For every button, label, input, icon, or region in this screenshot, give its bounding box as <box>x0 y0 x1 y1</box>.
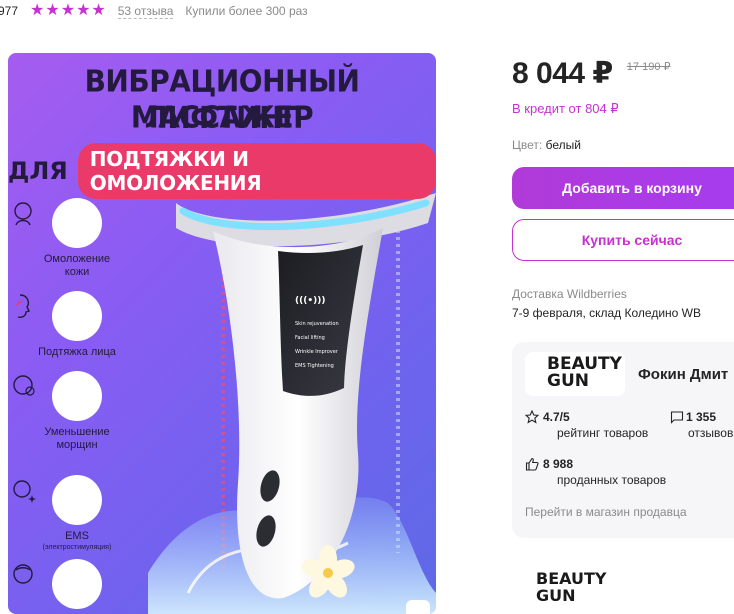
face-profile-icon <box>15 291 102 341</box>
delivery-value: 7-9 февраля, склад Коледино WB <box>512 306 701 320</box>
star-icon: ★ <box>60 2 76 19</box>
star-icon: ★ <box>30 2 45 19</box>
rating-stars: ★ ★ ★ ★ ★ <box>30 3 106 19</box>
article-number: 977 <box>0 4 19 18</box>
benefit-label: Уменьшение морщин <box>44 426 110 451</box>
color-value: белый <box>545 138 581 152</box>
star-icon: ★ <box>76 2 91 19</box>
seller-rating: 4.7/5 рейтинг товаров <box>525 410 648 440</box>
face-wrinkle-icon <box>13 371 102 421</box>
face-mask-icon <box>13 559 102 609</box>
face-sparkle-icon <box>13 475 102 525</box>
favorite-icon[interactable] <box>406 600 430 614</box>
benefit-ems: EMS (электростимуляция) <box>8 475 146 552</box>
benefit-label: Подтяжка лица <box>38 346 116 358</box>
current-price: 8 044 ₽ <box>512 57 613 90</box>
thumbs-up-icon <box>525 457 539 471</box>
price-row: 8 044 ₽ 17 190 ₽ <box>512 56 671 91</box>
benefit-wrinkle-reduction: Уменьшение морщин <box>8 371 146 452</box>
credit-offer-link[interactable]: В кредит от 804 ₽ <box>512 101 619 117</box>
color-option: Цвет: белый <box>512 138 581 152</box>
bought-count: Купили более 300 раз <box>185 4 308 18</box>
seller-sold: 8 988 проданных товаров <box>525 457 666 487</box>
chat-icon <box>670 411 684 424</box>
brand-logo[interactable]: BEAUTY GUN <box>536 570 607 604</box>
benefit-label: EMS <box>65 530 89 542</box>
star-outline-icon <box>525 410 539 424</box>
product-meta-row: 977 ★ ★ ★ ★ ★ 53 отзыва Купили более 300… <box>0 0 734 22</box>
svg-text:Wrinkle Improver: Wrinkle Improver <box>295 349 339 355</box>
delivery-label: Доставка Wildberries <box>512 287 627 301</box>
add-to-cart-button[interactable]: Добавить в корзину <box>512 167 734 209</box>
reviews-link[interactable]: 53 отзыва <box>117 4 174 19</box>
face-icon <box>14 198 102 248</box>
svg-text:EMS Tightening: EMS Tightening <box>295 363 334 369</box>
star-icon: ★ <box>45 2 60 19</box>
image-headline-prefix: ДЛЯ <box>8 157 68 185</box>
image-headline-line2: МАССАЖЕР <box>130 99 314 136</box>
product-image[interactable]: (((•))) Skin rejuvenation Facial lifting… <box>8 53 436 614</box>
svg-text:(((•))): (((•))) <box>295 296 325 306</box>
buy-now-button[interactable]: Купить сейчас <box>512 219 734 261</box>
benefit-label: Омоложение кожи <box>43 253 111 278</box>
svg-text:Skin rejuvenation: Skin rejuvenation <box>295 321 339 327</box>
benefit-rejuvenation: Омоложение кожи <box>8 198 146 279</box>
benefit-face-lift: Подтяжка лица <box>8 291 146 359</box>
old-price: 17 190 ₽ <box>626 61 671 73</box>
image-headline-pill: ПОДТЯЖКИ И ОМОЛОЖЕНИЯ <box>77 143 436 199</box>
star-icon: ★ <box>91 2 106 19</box>
seller-reviews: 1 355 отзывов <box>670 410 733 440</box>
image-headline-line3: ДЛЯ ПОДТЯЖКИ И ОМОЛОЖЕНИЯ <box>8 143 436 199</box>
go-to-store-link[interactable]: Перейти в магазин продавца <box>525 505 687 519</box>
seller-name[interactable]: Фокин Дмит <box>638 366 728 383</box>
benefit-face-mask <box>8 559 146 609</box>
seller-card[interactable]: BEAUTY GUN Фокин Дмит 4.7/5 рейтинг това… <box>512 342 734 538</box>
color-key: Цвет: <box>512 138 543 152</box>
seller-logo[interactable]: BEAUTY GUN <box>525 352 625 396</box>
benefit-sublabel: (электростимуляция) <box>42 544 112 551</box>
svg-text:Facial lifting: Facial lifting <box>295 335 325 341</box>
